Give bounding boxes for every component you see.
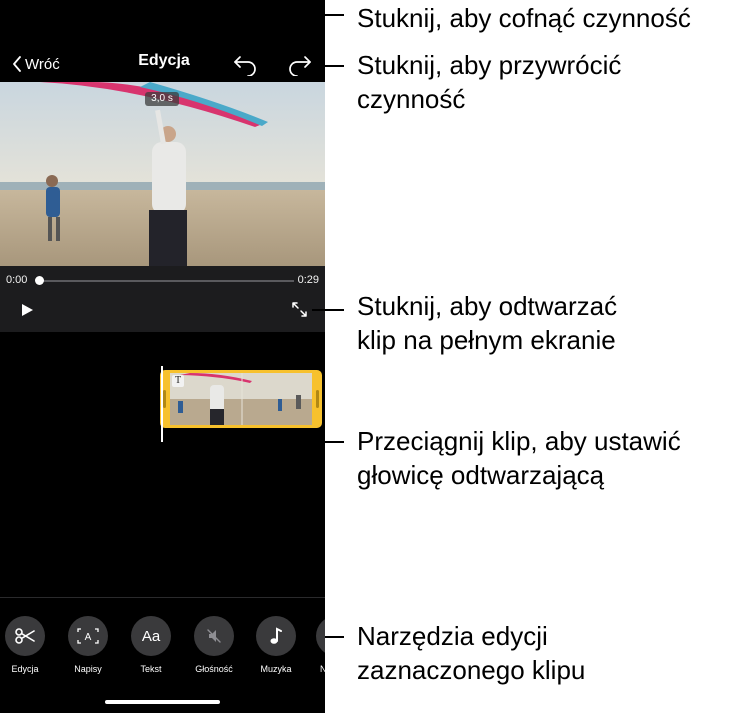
timeline[interactable]: T — [0, 332, 325, 597]
redo-leader — [316, 65, 344, 67]
tool-volume[interactable]: Głośność — [186, 616, 242, 674]
volume-muted-icon — [194, 616, 234, 656]
chevron-left-icon — [13, 56, 21, 72]
callout-redo-line1: Stuknij, aby przywrócić — [357, 50, 622, 80]
tool-volume-label: Głośność — [195, 664, 233, 674]
fullscreen-leader — [312, 309, 344, 311]
tool-music-label: Muzyka — [260, 664, 292, 674]
tool-text-label: Tekst — [140, 664, 162, 674]
play-icon — [22, 304, 33, 316]
edit-toolbar: Edycja A Napisy Aa Tekst Głośność Muzyka… — [0, 597, 325, 713]
back-button[interactable]: Wróć — [12, 53, 60, 75]
current-time: 0:00 — [6, 274, 28, 286]
redo-button[interactable] — [285, 52, 313, 77]
tool-music[interactable]: Muzyka — [248, 616, 304, 674]
scrubber-knob[interactable] — [34, 276, 44, 285]
callout-tools-line1: Narzędzia edycji — [357, 621, 548, 651]
fullscreen-button[interactable] — [291, 301, 308, 318]
redo-icon — [289, 56, 311, 77]
phone-screen: Wróć Edycja 3,0 s 0:00 0:29 T Edycja A N… — [0, 0, 325, 713]
video-preview[interactable]: 3,0 s — [0, 82, 325, 266]
playback-controls: 0:00 0:29 — [0, 266, 325, 332]
page-title: Edycja — [138, 52, 190, 69]
svg-text:A: A — [85, 632, 92, 643]
back-button-label: Wróć — [25, 55, 60, 73]
video-clip[interactable]: T — [160, 370, 322, 428]
tool-edit-label: Edycja — [11, 664, 39, 674]
tool-text[interactable]: Aa Tekst — [123, 616, 179, 674]
callout-playhead-line2: głowicę odtwarzającą — [357, 460, 605, 490]
clip-thumbnail-image — [170, 373, 312, 425]
title-indicator-icon: T — [172, 375, 184, 387]
navigation-bar: Wróć Edycja — [0, 38, 325, 88]
callout-fullscreen-line1: Stuknij, aby odtwarzać — [357, 291, 618, 321]
tool-more-label: N — [320, 664, 325, 674]
undo-leader-horizontal — [248, 14, 344, 16]
playhead-leader — [163, 441, 344, 443]
tool-captions[interactable]: A Napisy — [60, 616, 116, 674]
undo-leader-vertical — [248, 14, 250, 46]
scrubber-track[interactable] — [38, 280, 294, 282]
callout-undo: Stuknij, aby cofnąć czynność — [357, 3, 691, 33]
total-time: 0:29 — [297, 274, 319, 286]
tools-leader — [325, 636, 344, 638]
captions-icon: A — [68, 616, 108, 656]
expand-icon — [292, 302, 307, 317]
playhead[interactable] — [161, 366, 163, 442]
undo-icon — [234, 56, 256, 77]
tool-edit[interactable]: Edycja — [0, 616, 53, 674]
clip-thumbnails — [170, 373, 312, 425]
scissors-icon — [5, 616, 45, 656]
video-frame-image — [0, 82, 325, 266]
callout-playhead-line1: Przeciągnij klip, aby ustawić — [357, 426, 681, 456]
callout-tools-line2: zaznaczonego klipu — [357, 655, 586, 685]
home-indicator — [105, 700, 220, 704]
undo-button[interactable] — [232, 52, 260, 77]
music-note-icon — [256, 616, 296, 656]
tool-captions-label: Napisy — [74, 664, 102, 674]
clip-duration-badge: 3,0 s — [145, 92, 179, 106]
callout-redo-line2: czynność — [357, 84, 466, 114]
tool-more[interactable] — [316, 616, 325, 656]
play-button[interactable] — [20, 303, 34, 317]
text-icon-glyph: Aa — [141, 627, 161, 645]
text-icon: Aa — [131, 616, 171, 656]
callout-fullscreen-line2: klip na pełnym ekranie — [357, 325, 616, 355]
clip-trim-handle-right[interactable] — [313, 370, 322, 428]
